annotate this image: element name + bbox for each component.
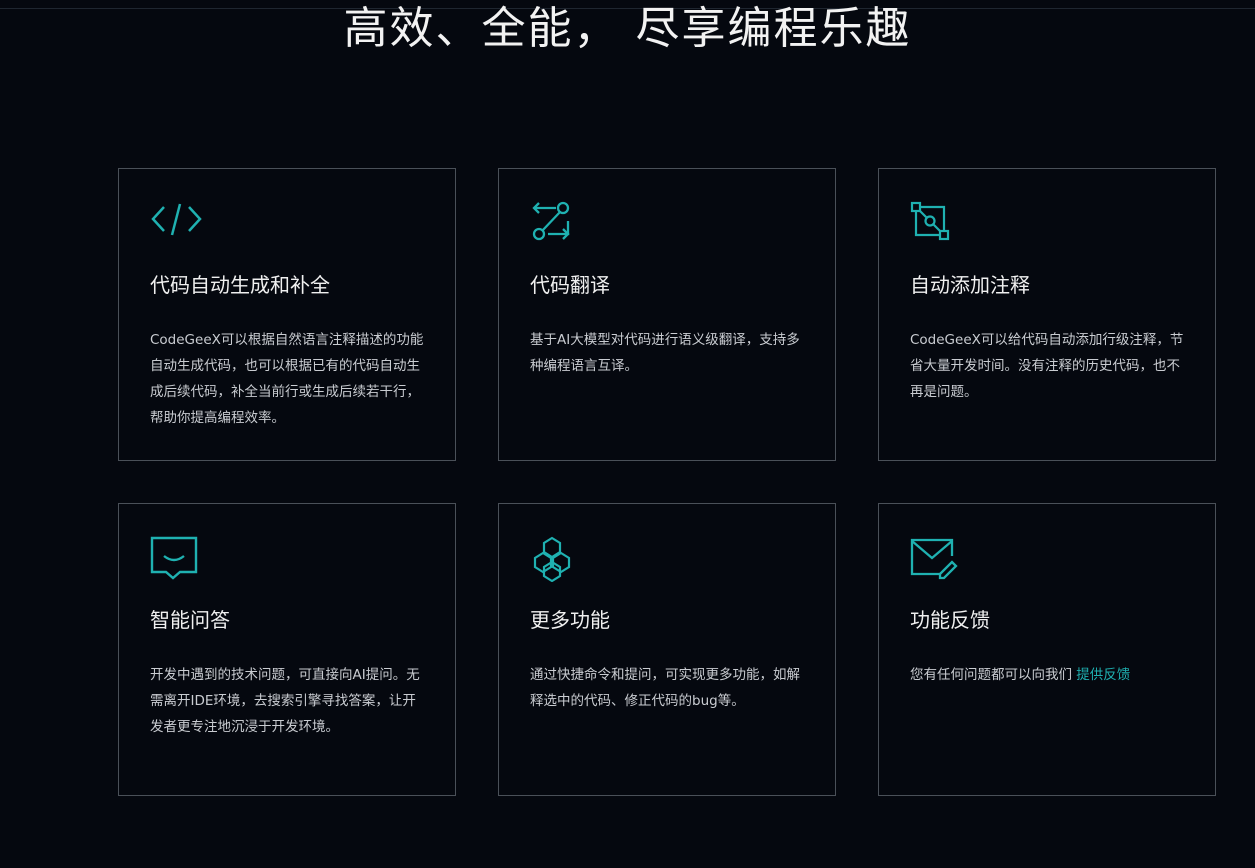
annotate-icon: [910, 201, 960, 247]
feature-card-more: 更多功能 通过快捷命令和提问，可实现更多功能，如解释选中的代码、修正代码的bug…: [498, 503, 836, 796]
feature-card-auto-comment: 自动添加注释 CodeGeeX可以给代码自动添加行级注释，节省大量开发时间。没有…: [878, 168, 1216, 461]
feedback-text: 您有任何问题都可以向我们: [910, 667, 1077, 683]
feature-description: 基于AI大模型对代码进行语义级翻译，支持多种编程语言互译。: [530, 332, 800, 374]
feature-title: 代码翻译: [530, 273, 610, 297]
feature-description: CodeGeeX可以根据自然语言注释描述的功能自动生成代码，也可以根据已有的代码…: [150, 332, 424, 426]
feature-grid: 代码自动生成和补全 CodeGeeX可以根据自然语言注释描述的功能自动生成代码，…: [118, 168, 1218, 868]
feature-description: CodeGeeX可以给代码自动添加行级注释，节省大量开发时间。没有注释的历史代码…: [910, 332, 1184, 400]
feature-title: 智能问答: [150, 608, 230, 632]
feature-card-qa: 智能问答 开发中遇到的技术问题，可直接向AI提问。无需离开IDE环境，去搜索引擎…: [118, 503, 456, 796]
feature-title: 功能反馈: [910, 608, 990, 632]
feedback-link[interactable]: 提供反馈: [1076, 667, 1130, 683]
feature-description: 通过快捷命令和提问，可实现更多功能，如解释选中的代码、修正代码的bug等。: [530, 667, 800, 709]
feature-title: 更多功能: [530, 608, 610, 632]
feature-card-feedback: 功能反馈 您有任何问题都可以向我们 提供反馈: [878, 503, 1216, 796]
feature-card-code-translation: 代码翻译 基于AI大模型对代码进行语义级翻译，支持多种编程语言互译。: [498, 168, 836, 461]
feature-title: 自动添加注释: [910, 273, 1030, 297]
chat-icon: [150, 536, 200, 582]
page-headline: 高效、全能， 尽享编程乐趣: [343, 3, 912, 54]
feature-description: 开发中遇到的技术问题，可直接向AI提问。无需离开IDE环境，去搜索引擎寻找答案，…: [150, 667, 420, 735]
cubes-icon: [530, 536, 580, 582]
feature-title: 代码自动生成和补全: [150, 273, 330, 297]
feature-card-code-generation: 代码自动生成和补全 CodeGeeX可以根据自然语言注释描述的功能自动生成代码，…: [118, 168, 456, 461]
translate-icon: [530, 201, 580, 247]
code-icon: [150, 201, 202, 247]
mail-icon: [910, 536, 960, 582]
feature-description: 您有任何问题都可以向我们 提供反馈: [910, 662, 1185, 688]
